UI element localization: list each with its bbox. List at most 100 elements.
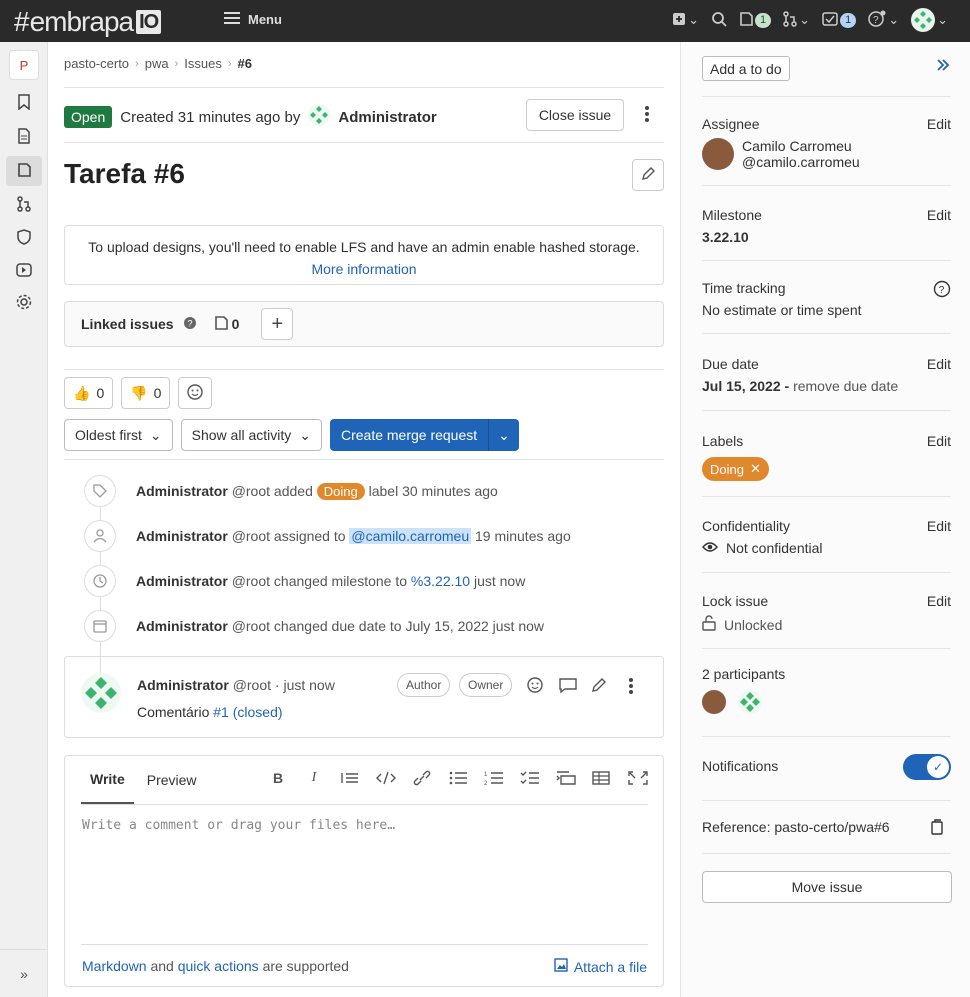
doing-label[interactable]: Doing bbox=[316, 483, 365, 500]
menu-button[interactable]: Menu bbox=[224, 11, 282, 28]
event-actor[interactable]: Administrator bbox=[136, 483, 228, 499]
user-menu-button[interactable]: ⌄ bbox=[911, 8, 948, 32]
create-new-button[interactable]: ⌄ bbox=[672, 12, 699, 29]
sidebar-item-repository[interactable] bbox=[6, 122, 42, 152]
clock-icon bbox=[84, 565, 116, 597]
sidebar-item-deployments[interactable] bbox=[6, 256, 42, 286]
question-circle-icon[interactable]: ? bbox=[183, 316, 196, 332]
activity-filter-dropdown[interactable]: Show all activity ⌄ bbox=[180, 419, 322, 451]
chevron-down-icon: ⌄ bbox=[937, 12, 948, 27]
tab-write[interactable]: Write bbox=[81, 756, 134, 804]
avatar[interactable] bbox=[702, 690, 726, 714]
sidebar-item-project-info[interactable] bbox=[6, 88, 42, 118]
more-actions-button[interactable] bbox=[639, 104, 655, 127]
help-icon[interactable]: ? bbox=[933, 280, 951, 301]
edit-title-button[interactable] bbox=[632, 159, 664, 191]
confidentiality-section: Confidentiality Edit Not confidential bbox=[702, 518, 951, 556]
bullet-list-icon[interactable] bbox=[447, 770, 469, 789]
more-information-link[interactable]: More information bbox=[65, 258, 663, 280]
copy-icon[interactable] bbox=[931, 819, 945, 838]
comment-reply-icon[interactable] bbox=[559, 677, 577, 696]
milestone-value[interactable]: 3.22.10 bbox=[702, 229, 951, 245]
event-actor[interactable]: Administrator bbox=[136, 528, 228, 544]
eye-icon bbox=[702, 540, 718, 556]
avatar[interactable] bbox=[738, 690, 762, 714]
search-button[interactable] bbox=[711, 11, 727, 30]
collapse-sidebar-button[interactable]: » bbox=[0, 949, 48, 997]
participants-title: 2 participants bbox=[702, 666, 786, 682]
user-mention-link[interactable]: @camilo.carromeu bbox=[349, 528, 472, 544]
table-icon[interactable] bbox=[591, 770, 613, 789]
label-doing[interactable]: Doing ✕ bbox=[702, 457, 769, 481]
sidebar-item-settings[interactable] bbox=[6, 288, 42, 318]
attach-file-button[interactable]: Attach a file bbox=[554, 958, 647, 975]
avatar[interactable] bbox=[81, 673, 121, 713]
todos-button[interactable]: 1 bbox=[822, 11, 857, 29]
merge-request-icon bbox=[17, 195, 31, 215]
quote-icon[interactable] bbox=[339, 770, 361, 789]
breadcrumb-issues[interactable]: Issues bbox=[184, 56, 222, 71]
create-merge-request-split-button: Create merge request ⌄ bbox=[329, 419, 519, 451]
add-reaction-button[interactable] bbox=[178, 377, 213, 409]
pencil-icon[interactable] bbox=[591, 677, 607, 696]
edit-labels-button[interactable]: Edit bbox=[927, 433, 951, 449]
create-merge-request-dropdown[interactable]: ⌄ bbox=[489, 427, 519, 444]
avatar[interactable] bbox=[702, 138, 734, 170]
issues-icon bbox=[214, 315, 228, 334]
close-icon[interactable]: ✕ bbox=[750, 461, 761, 477]
merge-requests-button[interactable]: ⌄ bbox=[783, 10, 810, 30]
code-icon[interactable] bbox=[375, 770, 397, 789]
sort-dropdown[interactable]: Oldest first ⌄ bbox=[64, 419, 173, 451]
add-linked-issue-button[interactable]: + bbox=[261, 308, 294, 340]
embrapa-logo[interactable]: # embrapa IO bbox=[14, 6, 162, 38]
task-list-icon[interactable] bbox=[519, 770, 541, 789]
comment-textarea[interactable]: Write a comment or drag your files here… bbox=[82, 818, 395, 833]
collapse-right-sidebar-button[interactable] bbox=[936, 58, 950, 75]
fullscreen-icon[interactable] bbox=[627, 770, 649, 789]
smiley-icon[interactable] bbox=[527, 677, 543, 696]
quick-actions-link[interactable]: quick actions bbox=[178, 958, 259, 974]
time-tracking-section: Time tracking ? No estimate or time spen… bbox=[702, 280, 951, 318]
vertical-ellipsis-icon[interactable] bbox=[623, 677, 639, 698]
notifications-toggle[interactable]: ✓ bbox=[903, 754, 951, 780]
event-actor[interactable]: Administrator bbox=[136, 573, 228, 589]
menu-label: Menu bbox=[248, 12, 282, 27]
tab-preview[interactable]: Preview bbox=[138, 756, 206, 804]
milestone-link[interactable]: %3.22.10 bbox=[411, 573, 470, 589]
bold-icon[interactable]: B bbox=[267, 770, 289, 789]
breadcrumb-issue-number[interactable]: #6 bbox=[238, 56, 252, 71]
thumbs-down-icon: 👎 bbox=[130, 384, 148, 401]
add-todo-button[interactable]: Add a to do bbox=[702, 56, 790, 81]
close-issue-button[interactable]: Close issue bbox=[526, 99, 624, 131]
project-avatar[interactable]: P bbox=[9, 50, 39, 80]
edit-confidentiality-button[interactable]: Edit bbox=[927, 518, 951, 534]
issues-button[interactable]: 1 bbox=[739, 11, 772, 30]
author-name[interactable]: Administrator bbox=[338, 109, 436, 126]
italic-icon[interactable]: I bbox=[303, 770, 325, 789]
breadcrumb-project-group[interactable]: pasto-certo bbox=[64, 56, 129, 71]
edit-milestone-button[interactable]: Edit bbox=[927, 207, 951, 223]
link-icon[interactable] bbox=[411, 770, 433, 789]
event-actor[interactable]: Administrator bbox=[136, 618, 228, 634]
edit-lock-button[interactable]: Edit bbox=[927, 593, 951, 609]
markdown-link[interactable]: Markdown bbox=[82, 958, 147, 974]
assignee-title: Assignee bbox=[702, 116, 760, 132]
sidebar-item-security[interactable] bbox=[6, 223, 42, 253]
breadcrumb-project[interactable]: pwa bbox=[145, 56, 169, 71]
sidebar-item-merge-requests[interactable] bbox=[6, 190, 42, 220]
remove-due-date-link[interactable]: remove due date bbox=[793, 378, 898, 394]
assignee-name[interactable]: Camilo Carromeu bbox=[742, 138, 860, 154]
edit-due-date-button[interactable]: Edit bbox=[927, 356, 951, 372]
thumbs-down-button[interactable]: 👎 0 bbox=[121, 377, 171, 409]
edit-assignee-button[interactable]: Edit bbox=[927, 116, 951, 132]
page-title: Tarefa #6 bbox=[64, 158, 185, 189]
numbered-list-icon[interactable]: 12 bbox=[483, 770, 505, 789]
help-button[interactable]: ? ⌄ bbox=[868, 10, 899, 31]
note-author[interactable]: Administrator bbox=[137, 677, 229, 693]
sidebar-item-issues[interactable] bbox=[6, 156, 42, 186]
move-issue-button[interactable]: Move issue bbox=[702, 871, 952, 903]
create-merge-request-button[interactable]: Create merge request bbox=[330, 419, 490, 451]
issue-reference-link[interactable]: #1 (closed) bbox=[213, 704, 282, 720]
collapsible-section-icon[interactable] bbox=[555, 770, 577, 789]
thumbs-up-button[interactable]: 👍 0 bbox=[64, 377, 114, 409]
